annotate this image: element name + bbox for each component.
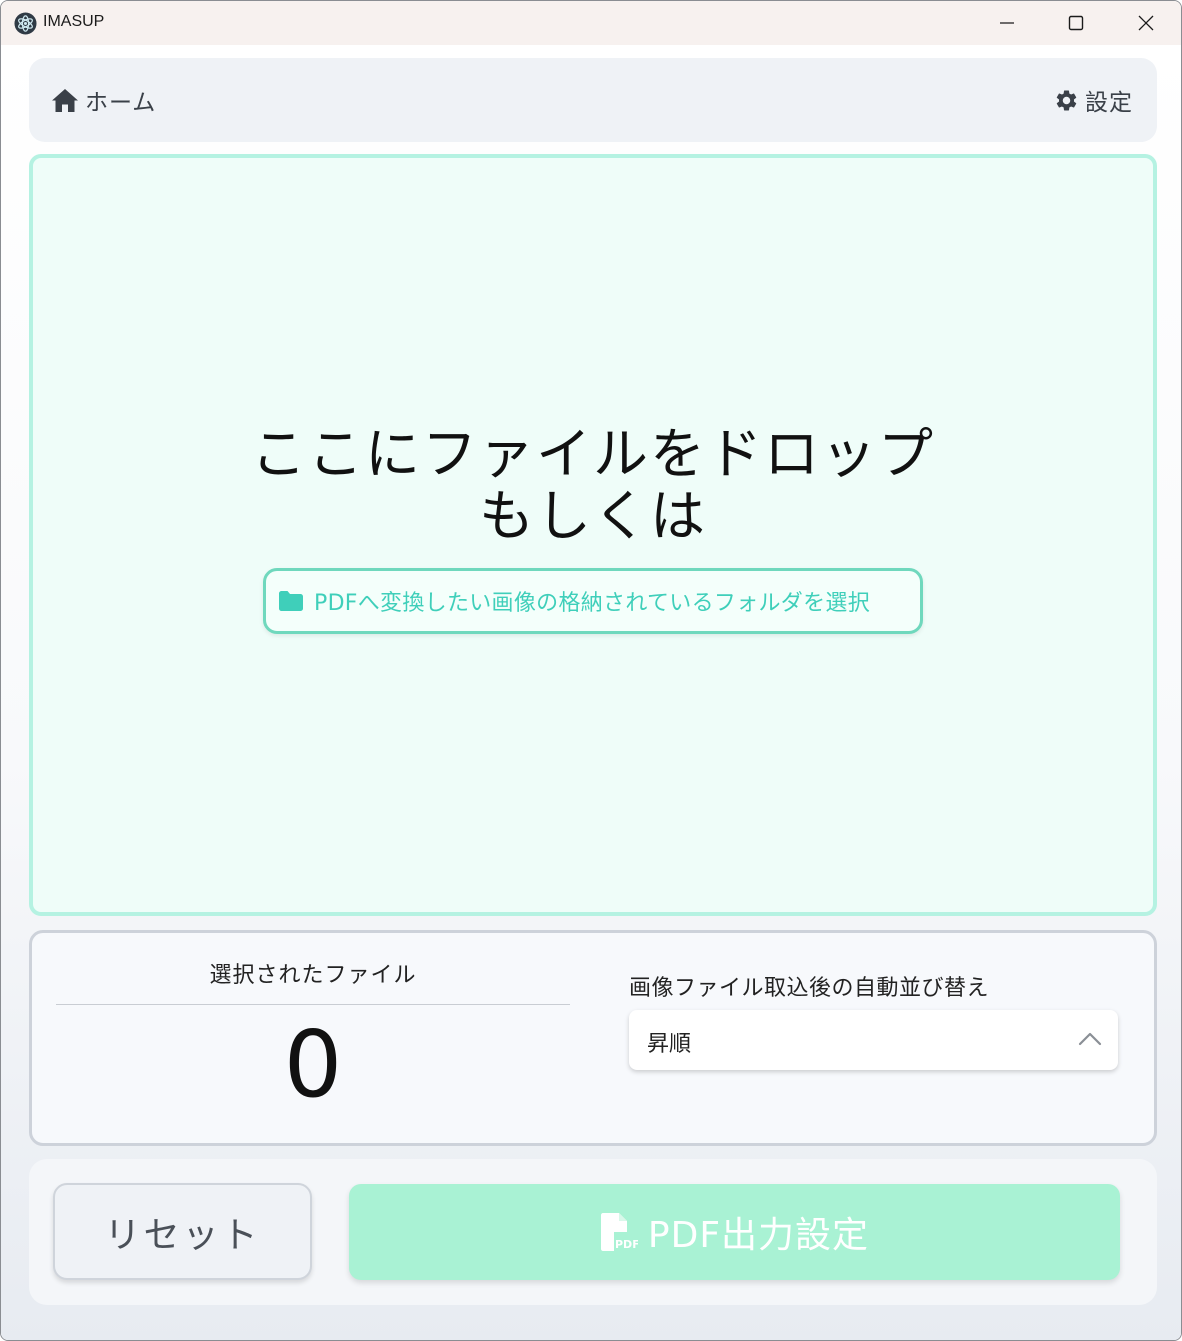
- gear-icon: [1056, 89, 1077, 110]
- maximize-button[interactable]: [1041, 1, 1111, 45]
- maximize-icon: [1068, 15, 1084, 31]
- auto-sort-select[interactable]: 昇順: [629, 1010, 1118, 1070]
- window-title: IMASUP: [43, 13, 105, 30]
- title-bar[interactable]: IMASUP: [1, 1, 1181, 45]
- info-panel: 選択されたファイル 0 画像ファイル取込後の自動並び替え 昇順: [29, 930, 1157, 1146]
- select-folder-label: PDFへ変換したい画像の格納されているフォルダを選択: [314, 591, 871, 616]
- selected-files-count: 0: [283, 1011, 343, 1118]
- nav-bar: ホーム 設定: [29, 58, 1157, 142]
- nav-settings-label: 設定: [1085, 90, 1133, 116]
- minimize-icon: [1000, 22, 1014, 24]
- select-folder-button[interactable]: PDFへ変換したい画像の格納されているフォルダを選択: [263, 568, 923, 634]
- drop-instruction-line2: もしくは: [478, 484, 707, 548]
- app-window: IMASUP ホーム 設定 ここにファイルをドロップ もしくは PDFへ変換した…: [0, 0, 1182, 1341]
- pdf-file-icon: PDF: [600, 1213, 638, 1251]
- main-content: ホーム 設定 ここにファイルをドロップ もしくは PDFへ変換したい画像の格納さ…: [1, 45, 1181, 1340]
- reset-label: リセット: [104, 1214, 261, 1256]
- nav-settings-link[interactable]: 設定: [1054, 84, 1133, 116]
- close-icon: [1138, 15, 1154, 31]
- auto-sort-value: 昇順: [647, 1032, 692, 1057]
- file-drop-zone[interactable]: ここにファイルをドロップ もしくは PDFへ変換したい画像の格納されているフォル…: [29, 154, 1157, 916]
- nav-home-link[interactable]: ホーム: [51, 84, 156, 116]
- auto-sort-title: 画像ファイル取込後の自動並び替え: [629, 976, 990, 1001]
- drop-instruction-line1: ここにファイルをドロップ: [250, 422, 935, 486]
- svg-text:PDF: PDF: [615, 1238, 638, 1251]
- pdf-output-settings-button[interactable]: PDF PDF出力設定: [349, 1184, 1120, 1280]
- reset-button[interactable]: リセット: [53, 1183, 312, 1280]
- selected-files-divider: [56, 1004, 570, 1005]
- drop-instruction: ここにファイルをドロップ もしくは: [33, 423, 1153, 547]
- action-bar: リセット PDF PDF出力設定: [29, 1159, 1157, 1305]
- selected-files-title: 選択されたファイル: [209, 963, 417, 988]
- app-logo-icon: [14, 12, 37, 35]
- chevron-up-icon: [1078, 1032, 1102, 1046]
- home-icon: [52, 89, 78, 112]
- folder-icon: [279, 591, 303, 611]
- pdf-output-settings-label: PDF出力設定: [647, 1215, 870, 1256]
- nav-home-label: ホーム: [85, 90, 157, 116]
- close-button[interactable]: [1111, 1, 1181, 45]
- minimize-button[interactable]: [972, 1, 1042, 45]
